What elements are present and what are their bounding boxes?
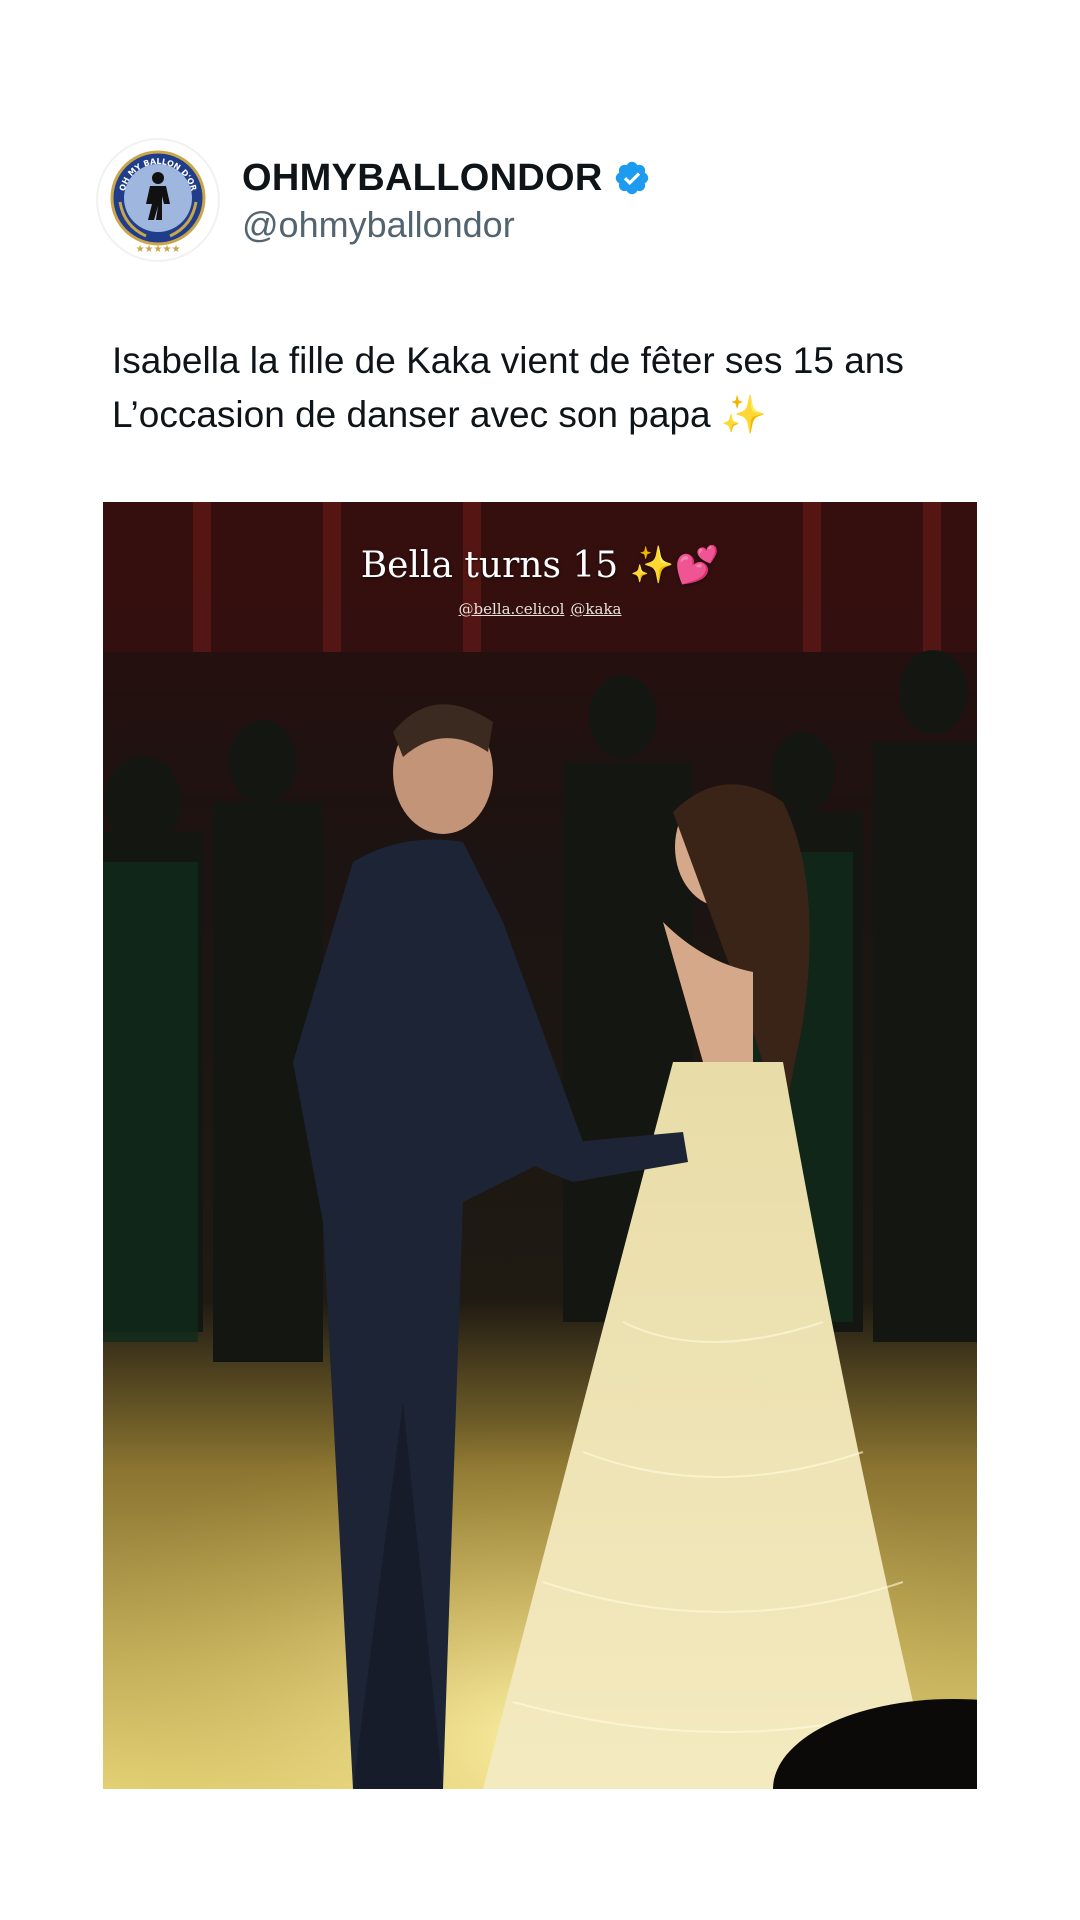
- avatar[interactable]: ★★★★★ OH MY BALLON D'OR: [98, 140, 218, 260]
- overlay-tag: @bella.celicol: [458, 600, 565, 618]
- tweet-text-line: L’occasion de danser avec son papa ✨: [112, 394, 767, 435]
- tweet-card: ★★★★★ OH MY BALLON D'OR OHMYBALLONDOR @o…: [0, 0, 1080, 1920]
- video-overlay-title: Bella turns 15 ✨💕: [360, 545, 720, 586]
- author-display-name[interactable]: OHMYBALLONDOR: [242, 157, 603, 200]
- svg-text:★★★★★: ★★★★★: [136, 244, 181, 255]
- author-name-row[interactable]: OHMYBALLONDOR: [242, 152, 651, 204]
- video-overlay-tags: @bella.celicol @kaka: [103, 600, 977, 618]
- ballon-dor-badge-icon: ★★★★★ OH MY BALLON D'OR: [100, 142, 216, 258]
- tweet-media-video[interactable]: Bella turns 15 ✨💕 @bella.celicol @kaka: [103, 502, 977, 1789]
- verified-badge-icon: [613, 159, 651, 197]
- tweet-text-line: Isabella la fille de Kaka vient de fêter…: [112, 340, 904, 381]
- video-frame-image: [103, 502, 977, 1789]
- author-handle[interactable]: @ohmyballondor: [242, 204, 515, 246]
- overlay-tag: @kaka: [570, 600, 622, 618]
- tweet-text: Isabella la fille de Kaka vient de fêter…: [112, 334, 1012, 442]
